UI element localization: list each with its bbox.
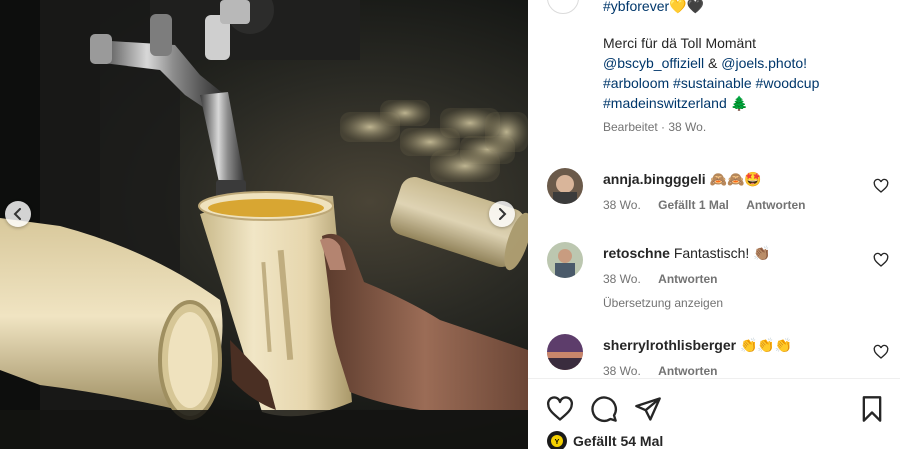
comment-text: 👏👏👏	[739, 337, 793, 353]
caption-emojis-1: 💛🖤	[669, 0, 705, 14]
comment-body: annja.bingggeli 🙈🙈🤩 38 Wo. Gefällt 1 Mal…	[603, 170, 863, 214]
heart-icon[interactable]	[873, 344, 889, 360]
avatar-image	[547, 242, 583, 278]
heart-icon[interactable]	[873, 252, 889, 268]
comment-body: sherrylrothlisberger 👏👏👏 38 Wo. Antworte…	[603, 336, 863, 380]
caption-line-2: Merci für dä Toll Momänt	[603, 35, 757, 51]
show-translation-link[interactable]: Übersetzung anzeigen	[603, 294, 863, 312]
comment-like-count[interactable]: Gefällt 1 Mal	[658, 198, 729, 212]
caption-meta: Bearbeitet · 38 Wo.	[603, 120, 707, 134]
chevron-left-icon	[13, 208, 21, 220]
hashtag-ybforever[interactable]: #ybforever	[603, 0, 669, 14]
comment-text: 🙈🙈🤩	[709, 171, 762, 187]
next-photo-button[interactable]	[489, 201, 515, 227]
mention-joels-photo[interactable]: @joels.photo!	[721, 55, 807, 71]
comment-avatar[interactable]	[547, 334, 583, 370]
hashtag-madeinswitzerland[interactable]: #madeinswitzerland	[603, 95, 727, 111]
avatar-image	[547, 168, 583, 204]
comment-meta: 38 Wo. Gefällt 1 Mal Antworten	[603, 196, 863, 214]
bookmark-icon[interactable]	[858, 395, 886, 423]
comment-time: 38 Wo.	[603, 272, 641, 286]
comment-text: Fantastisch! 👏🏽	[673, 245, 771, 261]
avatar-image	[547, 334, 583, 370]
comment-time: 38 Wo.	[603, 364, 641, 378]
previous-photo-button[interactable]	[5, 201, 31, 227]
comment-icon[interactable]	[590, 395, 618, 423]
svg-text:Y: Y	[555, 439, 560, 446]
comment-body: retoschne Fantastisch! 👏🏽 38 Wo. Antwort…	[603, 244, 863, 312]
club-logo-icon: Y	[551, 435, 563, 447]
reply-button[interactable]: Antworten	[658, 364, 717, 378]
wood-cup	[198, 191, 352, 417]
post-caption: #ybforever💛🖤 Merci für dä Toll Momänt @b…	[603, 0, 883, 137]
likes-count: Gefällt 54 Mal	[573, 433, 664, 449]
comment-avatar[interactable]	[547, 168, 583, 204]
photo-scene	[0, 0, 528, 449]
tree-emoji: 🌲	[730, 95, 749, 111]
caption-ampersand: &	[708, 55, 718, 71]
heart-icon[interactable]	[546, 395, 574, 423]
post-photo[interactable]	[0, 0, 528, 449]
reply-button[interactable]: Antworten	[746, 198, 805, 212]
background-cups	[340, 100, 528, 182]
likes-summary[interactable]: Y Gefällt 54 Mal	[547, 431, 663, 449]
mention-bscyb[interactable]: @bscyb_offiziell	[603, 55, 704, 71]
comment-username[interactable]: annja.bingggeli	[603, 171, 706, 187]
liker-avatar[interactable]: Y	[547, 431, 567, 449]
instagram-post: #ybforever💛🖤 Merci für dä Toll Momänt @b…	[0, 0, 900, 449]
heart-icon[interactable]	[873, 178, 889, 194]
caption-line-3: @bscyb_offiziell & @joels.photo!	[603, 53, 883, 73]
chevron-right-icon	[499, 208, 507, 220]
comment-meta: 38 Wo. Antworten	[603, 270, 863, 288]
comment-username[interactable]: sherrylrothlisberger	[603, 337, 736, 353]
reply-button[interactable]: Antworten	[658, 272, 717, 286]
comment-username[interactable]: retoschne	[603, 245, 670, 261]
caption-hashtags[interactable]: #arboloom #sustainable #woodcup	[603, 73, 883, 93]
paper-plane-icon[interactable]	[634, 395, 662, 423]
caption-line-1: #ybforever💛🖤	[603, 0, 883, 16]
caption-line-5: #madeinswitzerland 🌲	[603, 93, 883, 113]
comment-avatar[interactable]	[547, 242, 583, 278]
comment-time: 38 Wo.	[603, 198, 641, 212]
